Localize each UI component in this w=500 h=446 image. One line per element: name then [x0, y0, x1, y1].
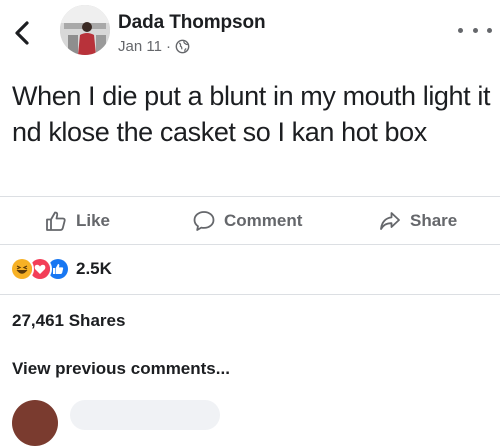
- divider: [0, 294, 500, 295]
- avatar-image: [60, 5, 110, 55]
- reaction-count: 2.5K: [76, 259, 112, 278]
- shares-count[interactable]: 27,461 Shares: [12, 311, 125, 331]
- commenter-avatar[interactable]: [12, 400, 58, 446]
- globe-icon: [175, 39, 190, 54]
- post-date[interactable]: Jan 11: [118, 38, 162, 55]
- reactions-summary[interactable]: 2.5K: [10, 256, 112, 282]
- divider: [0, 196, 500, 197]
- view-previous-comments-link[interactable]: View previous comments...: [12, 359, 230, 379]
- more-options-button[interactable]: [458, 22, 492, 38]
- divider: [0, 244, 500, 245]
- post-meta: Jan 11 ·: [118, 38, 190, 55]
- haha-reaction-icon: [10, 257, 34, 281]
- share-label: Share: [410, 211, 458, 230]
- author-name[interactable]: Dada Thompson: [118, 12, 266, 34]
- comment-bubble: [70, 400, 220, 430]
- comment-button[interactable]: Comment: [192, 206, 302, 236]
- more-dots-icon: [472, 27, 478, 33]
- share-arrow-icon: [380, 212, 400, 230]
- like-label: Like: [76, 211, 111, 230]
- more-dots-icon: [458, 27, 463, 33]
- comment-label: Comment: [224, 211, 303, 230]
- author-avatar[interactable]: [60, 5, 110, 55]
- speech-bubble-icon: [193, 211, 215, 231]
- thumbs-up-icon: [46, 211, 66, 231]
- share-button[interactable]: Share: [378, 206, 457, 236]
- post-text: When I die put a blunt in my mouth light…: [12, 81, 491, 147]
- meta-separator: ·: [165, 38, 171, 55]
- back-button[interactable]: [8, 18, 38, 48]
- chevron-left-icon: [15, 21, 29, 45]
- like-button[interactable]: Like: [44, 206, 110, 236]
- more-dots-icon: [487, 27, 492, 33]
